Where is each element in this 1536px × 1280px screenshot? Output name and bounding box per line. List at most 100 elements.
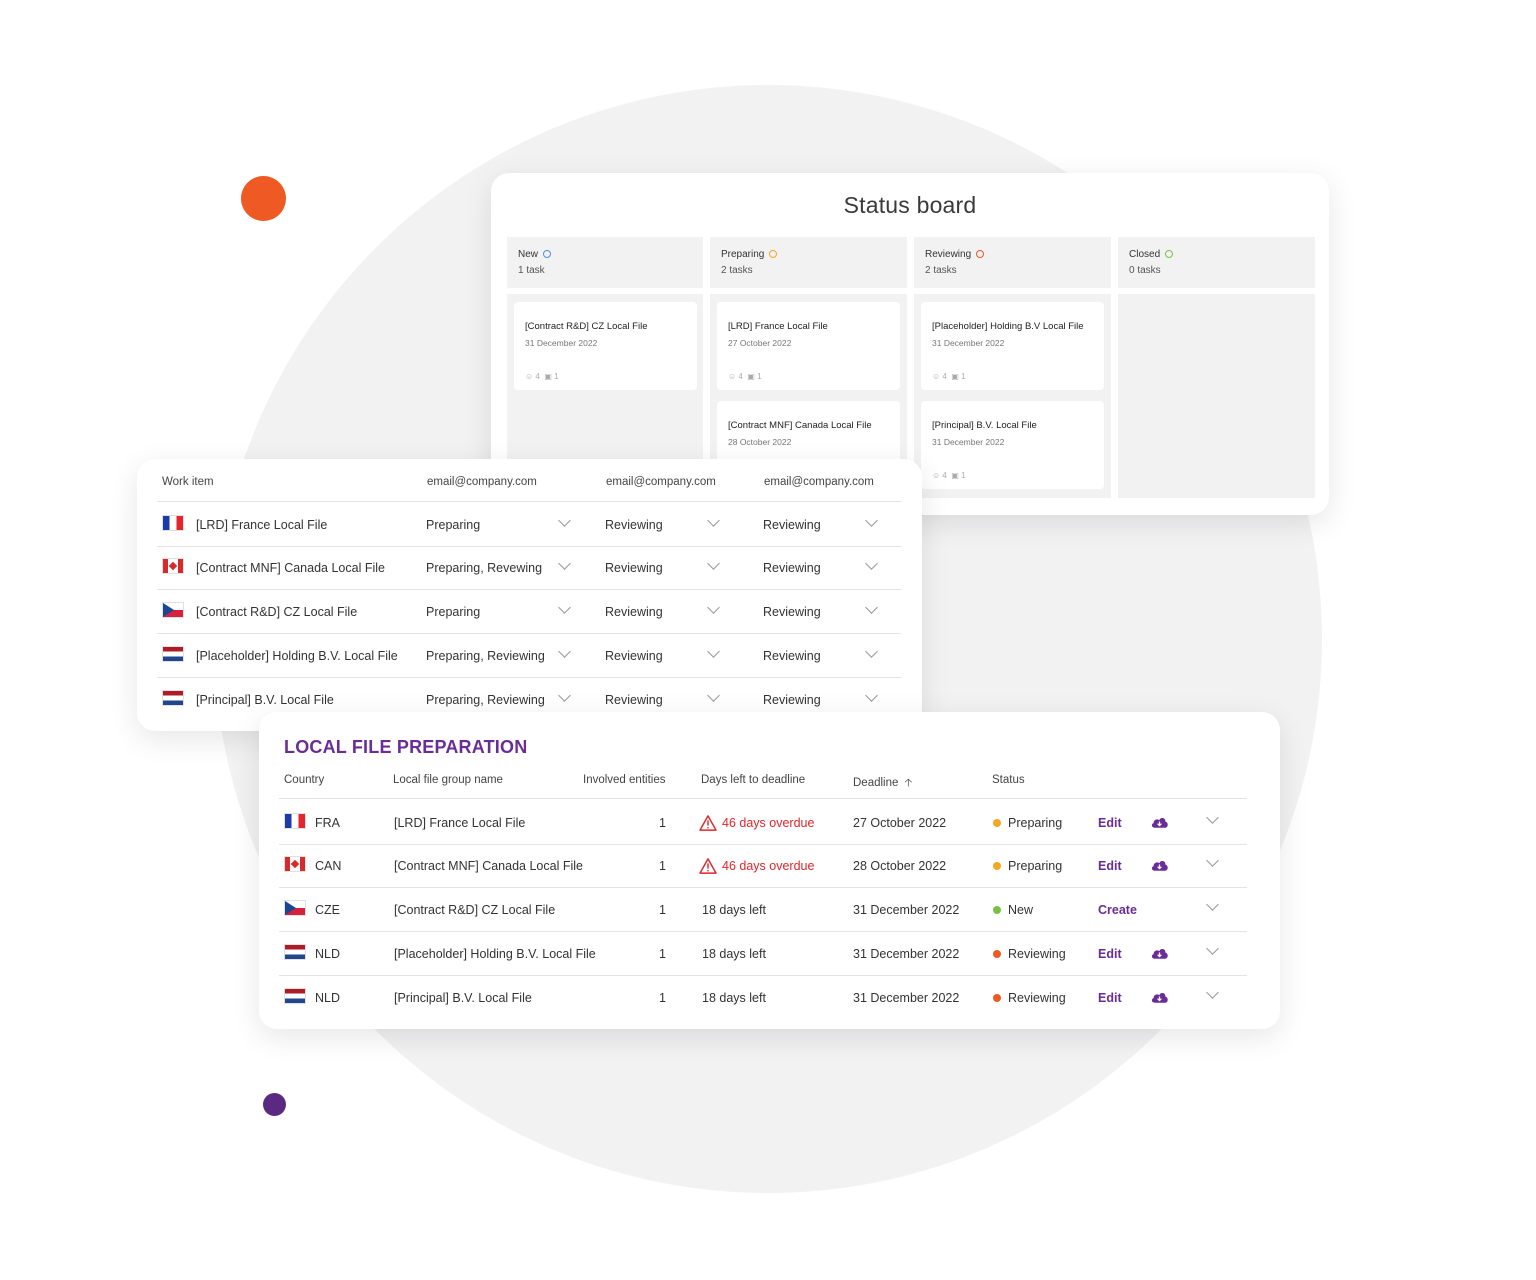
- reviewer-3-status[interactable]: Reviewing: [763, 605, 821, 619]
- cloud-download-icon[interactable]: [1150, 815, 1169, 829]
- user-icon: ☺: [525, 372, 534, 381]
- local-file-group-name: [Contract R&D] CZ Local File: [394, 903, 556, 917]
- involved-entities: 1: [659, 816, 666, 830]
- task-card[interactable]: [Placeholder] Holding B.V Local File 31 …: [921, 302, 1104, 390]
- decorative-purple-dot: [263, 1093, 286, 1116]
- reviewer-3-status[interactable]: Reviewing: [763, 693, 821, 707]
- warning-icon: [699, 815, 717, 831]
- chevron-down-icon[interactable]: [558, 645, 571, 658]
- task-title: [Contract MNF] Canada Local File: [728, 420, 872, 431]
- edit-button[interactable]: Edit: [1098, 947, 1122, 961]
- cloud-download-icon[interactable]: [1150, 990, 1169, 1004]
- status-ring-icon: [543, 250, 552, 258]
- work-item-name: [LRD] France Local File: [196, 518, 328, 532]
- table-row[interactable]: [LRD] France Local File Preparing Reviewin…: [137, 503, 922, 547]
- reviewer-3-status[interactable]: Reviewing: [763, 518, 821, 532]
- reviewer-2-status[interactable]: Reviewing: [605, 649, 663, 663]
- task-date: 31 December 2022: [932, 437, 1005, 447]
- task-card[interactable]: [Principal] B.V. Local File 31 December …: [921, 401, 1104, 489]
- table-row[interactable]: [Contract R&D] CZ Local File Preparing Rev…: [137, 590, 922, 634]
- header-deadline[interactable]: Deadline 🡡: [853, 774, 912, 793]
- reviewer-1-status[interactable]: Preparing, Revewing: [426, 561, 542, 575]
- chevron-down-icon[interactable]: [1206, 898, 1219, 911]
- work-item-name: [Contract R&D] CZ Local File: [196, 605, 358, 619]
- create-button[interactable]: Create: [1098, 903, 1137, 917]
- column-header-reviewing[interactable]: Reviewing 2 tasks: [914, 237, 1111, 288]
- chevron-down-icon[interactable]: [558, 601, 571, 614]
- task-meta: ☺ 4 ▣ 1: [932, 372, 966, 381]
- flag-icon: [284, 944, 306, 960]
- table-row[interactable]: [Contract MNF] Canada Local File Preparin…: [137, 546, 922, 590]
- table-row[interactable]: [Placeholder] Holding B.V. Local File Pre…: [137, 634, 922, 678]
- status-badge: Preparing: [993, 816, 1062, 830]
- column-count: 1 task: [518, 265, 545, 276]
- column-header-preparing[interactable]: Preparing 2 tasks: [710, 237, 907, 288]
- column-header-closed[interactable]: Closed 0 tasks: [1118, 237, 1315, 288]
- reviewer-1-status[interactable]: Preparing, Reviewing: [426, 693, 545, 707]
- reviewer-2-status[interactable]: Reviewing: [605, 605, 663, 619]
- task-card[interactable]: [Contract R&D] CZ Local File 31 December…: [514, 302, 697, 390]
- edit-button[interactable]: Edit: [1098, 859, 1122, 873]
- chevron-down-icon[interactable]: [707, 601, 720, 614]
- task-meta: ☺ 4 ▣ 1: [525, 372, 559, 381]
- days-left: 46 days overdue: [722, 859, 815, 873]
- chevron-down-icon[interactable]: [865, 557, 878, 570]
- table-row[interactable]: NLD [Placeholder] Holding B.V. Local File…: [259, 931, 1280, 976]
- chevron-down-icon[interactable]: [1206, 811, 1219, 824]
- chevron-down-icon[interactable]: [707, 689, 720, 702]
- cloud-download-icon[interactable]: [1150, 858, 1169, 872]
- header-days-left[interactable]: Days left to deadline: [701, 774, 805, 786]
- status-board-title: Status board: [843, 192, 977, 218]
- chevron-down-icon[interactable]: [1206, 986, 1219, 999]
- deadline-date: 27 October 2022: [853, 816, 947, 830]
- table-row[interactable]: FRA [LRD] France Local File 1 46 days overd…: [259, 800, 1280, 845]
- deadline-date: 31 December 2022: [853, 991, 960, 1005]
- reviewer-2-status[interactable]: Reviewing: [605, 561, 663, 575]
- status-dot-icon: [993, 862, 1001, 870]
- chevron-down-icon[interactable]: [707, 645, 720, 658]
- involved-entities: 1: [659, 903, 666, 917]
- table-row[interactable]: NLD [Principal] B.V. Local File 1 18 days l…: [259, 975, 1280, 1019]
- task-date: 28 October 2022: [728, 437, 792, 447]
- column-header-new[interactable]: New 1 task: [507, 237, 703, 288]
- reviewer-3-status[interactable]: Reviewing: [763, 649, 821, 663]
- chevron-down-icon[interactable]: [707, 514, 720, 527]
- chevron-down-icon[interactable]: [865, 689, 878, 702]
- flag-icon: [284, 813, 306, 829]
- chevron-down-icon[interactable]: [1206, 854, 1219, 867]
- table-row[interactable]: CZE [Contract R&D] CZ Local File 1 18 days …: [259, 887, 1280, 932]
- status-ring-icon: [1165, 250, 1174, 258]
- involved-entities: 1: [659, 859, 666, 873]
- local-file-group-name: [Placeholder] Holding B.V. Local File: [394, 947, 596, 961]
- header-country[interactable]: Country: [284, 774, 324, 786]
- chevron-down-icon[interactable]: [707, 557, 720, 570]
- table-row[interactable]: CAN [Contract MNF] Canada Local File 1 46 d…: [259, 843, 1280, 888]
- reviewer-1-status[interactable]: Preparing: [426, 518, 480, 532]
- local-file-group-name: [Principal] B.V. Local File: [394, 991, 532, 1005]
- work-item-name: [Principal] B.V. Local File: [196, 693, 334, 707]
- reviewer-1-status[interactable]: Preparing: [426, 605, 480, 619]
- reviewer-2-status[interactable]: Reviewing: [605, 518, 663, 532]
- country-code: CAN: [315, 859, 342, 873]
- user-icon: ☺: [932, 372, 941, 381]
- chevron-down-icon[interactable]: [558, 689, 571, 702]
- chevron-down-icon[interactable]: [865, 645, 878, 658]
- reviewer-3-status[interactable]: Reviewing: [763, 561, 821, 575]
- chevron-down-icon[interactable]: [1206, 942, 1219, 955]
- chevron-down-icon[interactable]: [558, 557, 571, 570]
- edit-button[interactable]: Edit: [1098, 816, 1122, 830]
- cloud-download-icon[interactable]: [1150, 946, 1169, 960]
- task-card[interactable]: [LRD] France Local File 27 October 2022 …: [717, 302, 900, 390]
- header-status[interactable]: Status: [992, 774, 1025, 786]
- header-group-name[interactable]: Local file group name: [393, 774, 503, 786]
- chevron-down-icon[interactable]: [558, 514, 571, 527]
- chevron-down-icon[interactable]: [865, 514, 878, 527]
- edit-button[interactable]: Edit: [1098, 991, 1122, 1005]
- file-icon: ▣: [544, 372, 552, 381]
- header-involved-entities[interactable]: Involved entities: [583, 774, 665, 786]
- column-name: Reviewing: [925, 249, 972, 260]
- reviewer-1-status[interactable]: Preparing, Reviewing: [426, 649, 545, 663]
- chevron-down-icon[interactable]: [865, 601, 878, 614]
- reviewer-2-status[interactable]: Reviewing: [605, 693, 663, 707]
- status-badge: Reviewing: [993, 991, 1066, 1005]
